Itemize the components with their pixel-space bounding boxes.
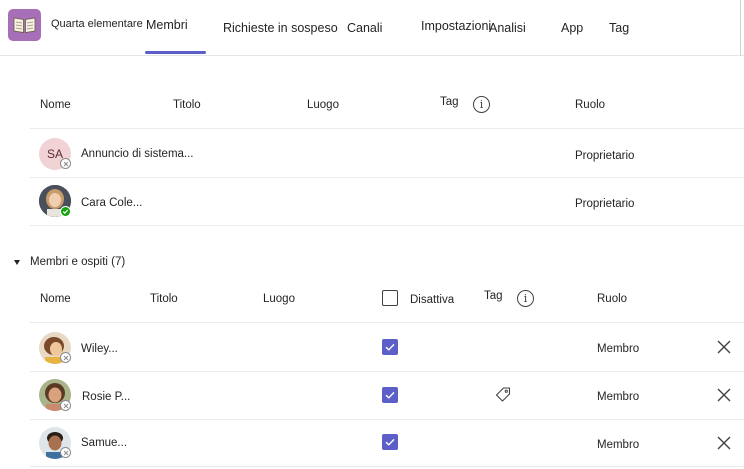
tab-analisi[interactable]: Analisi — [489, 21, 526, 35]
presence-offline-icon — [60, 400, 71, 411]
tab-richieste-in-sospeso[interactable]: Richieste in sospeso — [223, 21, 338, 35]
presence-available-icon — [60, 206, 71, 217]
caret-down-icon[interactable] — [14, 260, 20, 265]
column-header-mute[interactable]: Disattiva — [410, 294, 454, 306]
member-role[interactable]: Membro — [597, 391, 639, 403]
presence-offline-icon — [60, 158, 71, 169]
column-header-title[interactable]: Titolo — [150, 293, 178, 305]
column-header-location[interactable]: Luogo — [263, 293, 295, 305]
team-header: Quarta elementare Membri Richieste in so… — [0, 0, 744, 56]
presence-offline-icon — [60, 352, 71, 363]
tab-canali[interactable]: Canali — [347, 21, 382, 35]
tab-impostazioni[interactable]: Impostazioni — [421, 19, 491, 33]
row-divider — [30, 371, 744, 372]
active-tab-indicator — [145, 51, 206, 54]
team-logo[interactable] — [8, 9, 41, 41]
close-icon[interactable] — [716, 435, 732, 451]
row-divider — [30, 177, 744, 178]
mute-checkbox[interactable] — [382, 387, 398, 403]
divider — [740, 0, 741, 56]
section-label[interactable]: Membri e ospiti (7) — [30, 256, 125, 268]
member-name[interactable]: Rosie P... — [82, 391, 130, 403]
member-name[interactable]: Cara Cole... — [81, 197, 142, 209]
info-icon[interactable]: i — [473, 96, 490, 113]
tag-icon[interactable] — [494, 386, 512, 404]
column-header-name[interactable]: Nome — [40, 99, 71, 111]
tab-tag[interactable]: Tag — [609, 21, 629, 35]
member-role[interactable]: Proprietario — [575, 198, 634, 210]
member-name[interactable]: Samue... — [81, 437, 127, 449]
member-role[interactable]: Proprietario — [575, 150, 634, 162]
column-header-tag[interactable]: Tag — [440, 96, 459, 108]
presence-offline-icon — [60, 447, 71, 458]
member-role[interactable]: Membro — [597, 439, 639, 451]
team-name: Quarta elementare — [51, 18, 143, 30]
column-header-title[interactable]: Titolo — [173, 99, 201, 111]
column-header-location[interactable]: Luogo — [307, 99, 339, 111]
mute-all-checkbox[interactable] — [382, 290, 398, 306]
mute-checkbox[interactable] — [382, 339, 398, 355]
column-header-tag[interactable]: Tag — [484, 290, 503, 302]
mute-checkbox[interactable] — [382, 434, 398, 450]
row-divider — [30, 128, 744, 129]
row-divider — [30, 466, 744, 467]
close-icon[interactable] — [716, 387, 732, 403]
open-book-icon — [13, 17, 36, 33]
column-header-role[interactable]: Ruolo — [575, 99, 605, 111]
member-name[interactable]: Wiley... — [81, 343, 118, 355]
row-divider — [30, 225, 744, 226]
row-divider — [30, 322, 744, 323]
close-icon[interactable] — [716, 339, 732, 355]
column-header-name[interactable]: Nome — [40, 293, 71, 305]
tab-membri[interactable]: Membri — [146, 18, 188, 32]
row-divider — [30, 419, 744, 420]
member-name[interactable]: Annuncio di sistema... — [81, 148, 194, 160]
column-header-role[interactable]: Ruolo — [597, 293, 627, 305]
member-role[interactable]: Membro — [597, 343, 639, 355]
tab-app[interactable]: App — [561, 21, 583, 35]
info-icon[interactable]: i — [517, 290, 534, 307]
